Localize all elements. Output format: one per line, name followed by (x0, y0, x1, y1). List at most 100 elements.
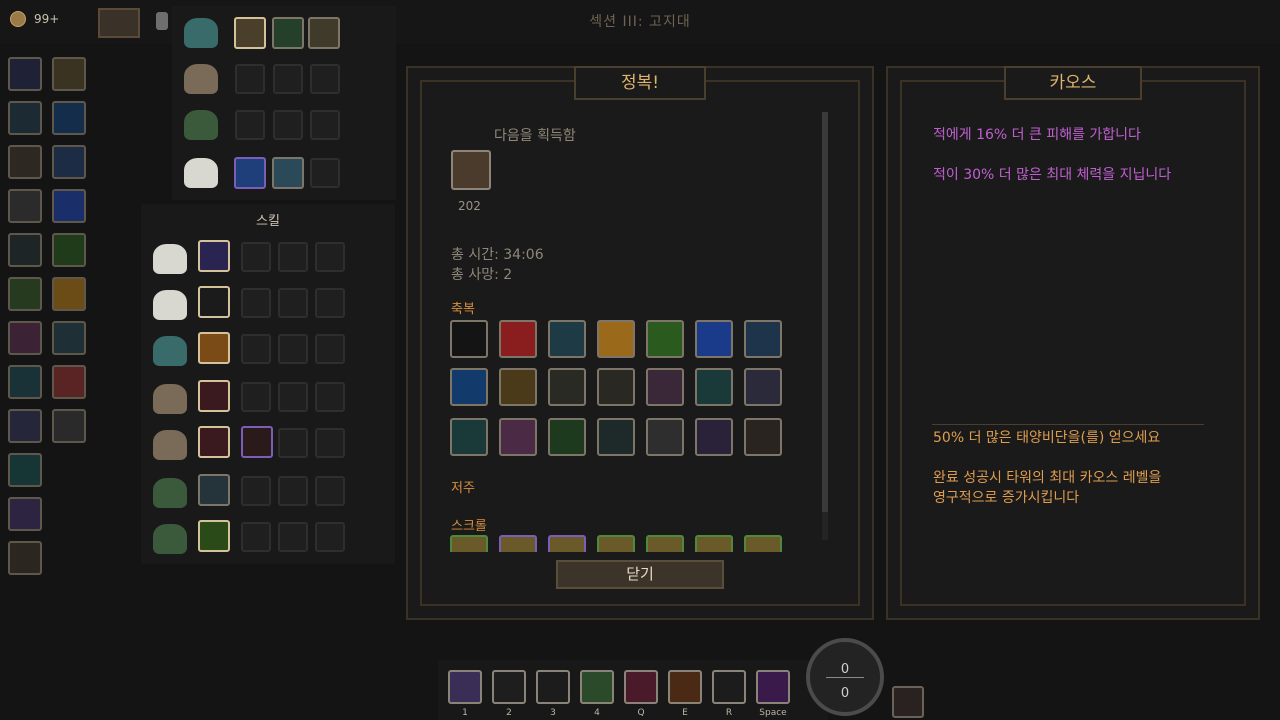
empty-slot[interactable] (278, 242, 308, 272)
trophy-icon[interactable] (156, 12, 168, 30)
frame-icon[interactable] (646, 418, 684, 456)
empty-slot[interactable] (310, 110, 340, 140)
empty-slot[interactable] (278, 288, 308, 318)
empty-slot[interactable] (315, 428, 345, 458)
sword-icon[interactable] (198, 380, 230, 412)
hotbar-slot-q[interactable] (624, 670, 658, 704)
relic-slot[interactable] (8, 145, 42, 179)
inventory-bag-icon[interactable] (98, 8, 140, 38)
relic-slot[interactable] (52, 409, 86, 443)
scroll-icon[interactable] (499, 535, 537, 552)
golden-cross-icon[interactable] (597, 320, 635, 358)
relic-slot[interactable] (8, 409, 42, 443)
sparkle-icon[interactable] (450, 320, 488, 358)
close-button[interactable]: 닫기 (556, 560, 724, 589)
rain-icon[interactable] (597, 418, 635, 456)
green-beam-icon[interactable] (198, 520, 230, 552)
bull-icon[interactable] (548, 368, 586, 406)
relic-slot[interactable] (8, 233, 42, 267)
hotbar-slot-3[interactable] (536, 670, 570, 704)
potion-icon[interactable] (548, 418, 586, 456)
relic-slot[interactable] (8, 277, 42, 311)
hotbar-slot-r[interactable] (712, 670, 746, 704)
empty-slot[interactable] (241, 288, 271, 318)
blue-star-icon[interactable] (744, 320, 782, 358)
knight-hero-icon[interactable] (184, 18, 218, 48)
goblin-hero-icon[interactable] (184, 110, 218, 140)
hotbar-slot-space[interactable] (756, 670, 790, 704)
roots-icon[interactable] (597, 368, 635, 406)
empty-slot[interactable] (241, 334, 271, 364)
relic-slot[interactable] (8, 189, 42, 223)
scroll-icon[interactable] (695, 535, 733, 552)
bell-icon[interactable] (234, 17, 266, 49)
empty-slot[interactable] (235, 64, 265, 94)
relic-slot[interactable] (52, 145, 86, 179)
relic-slot[interactable] (8, 101, 42, 135)
empty-slot[interactable] (273, 110, 303, 140)
burst-icon[interactable] (198, 332, 230, 364)
empty-slot[interactable] (278, 334, 308, 364)
empty-slot[interactable] (273, 64, 303, 94)
empty-slot[interactable] (315, 522, 345, 552)
hotbar-slot-4[interactable] (580, 670, 614, 704)
empty-slot[interactable] (278, 382, 308, 412)
hotbar-slot-1[interactable] (448, 670, 482, 704)
scroll-icon[interactable] (744, 535, 782, 552)
map-icon[interactable] (892, 686, 924, 718)
relic-slot[interactable] (52, 277, 86, 311)
empty-slot[interactable] (310, 64, 340, 94)
blade-icon[interactable] (198, 426, 230, 458)
lightning-card-icon[interactable] (198, 240, 230, 272)
boot-icon[interactable] (744, 368, 782, 406)
relic-slot[interactable] (52, 189, 86, 223)
relic-slot[interactable] (8, 453, 42, 487)
blue-gem-icon[interactable] (234, 157, 266, 189)
empty-slot[interactable] (241, 382, 271, 412)
empty-slot[interactable] (235, 110, 265, 140)
red-shield-icon[interactable] (499, 320, 537, 358)
green-flame-icon[interactable] (646, 320, 684, 358)
relic-slot[interactable] (52, 321, 86, 355)
leaf-cluster-icon[interactable] (695, 368, 733, 406)
empty-slot[interactable] (315, 334, 345, 364)
empty-slot[interactable] (310, 158, 340, 188)
empty-slot[interactable] (241, 242, 271, 272)
empty-slot[interactable] (278, 522, 308, 552)
empty-slot[interactable] (315, 476, 345, 506)
whirlwind-icon[interactable] (198, 474, 230, 506)
armor-icon[interactable] (548, 320, 586, 358)
vortex-icon[interactable] (450, 368, 488, 406)
hotbar-slot-2[interactable] (492, 670, 526, 704)
empty-slot[interactable] (278, 428, 308, 458)
relic-slot[interactable] (8, 541, 42, 575)
armor-icon[interactable] (272, 17, 304, 49)
relic-slot[interactable] (8, 321, 42, 355)
empty-slot[interactable] (278, 476, 308, 506)
relic-slot[interactable] (52, 233, 86, 267)
wand-icon[interactable] (308, 17, 340, 49)
hotbar-slot-e[interactable] (668, 670, 702, 704)
scroll-icon[interactable] (450, 535, 488, 552)
shield-arch-icon[interactable] (198, 286, 230, 318)
empty-slot[interactable] (315, 382, 345, 412)
blue-banner-icon[interactable] (695, 320, 733, 358)
empty-slot[interactable] (315, 242, 345, 272)
mage-hero-icon[interactable] (184, 158, 218, 188)
scrollbar-thumb[interactable] (822, 112, 828, 512)
scroll-icon[interactable] (597, 535, 635, 552)
viking-hero-icon[interactable] (184, 64, 218, 94)
relic-slot[interactable] (52, 365, 86, 399)
empty-slot[interactable] (315, 288, 345, 318)
empty-slot[interactable] (241, 522, 271, 552)
candle-icon[interactable] (744, 418, 782, 456)
relic-slot[interactable] (8, 497, 42, 531)
scroll-icon[interactable] (548, 535, 586, 552)
cake-icon[interactable] (499, 418, 537, 456)
diamond-icon[interactable] (272, 157, 304, 189)
red-gem-icon[interactable] (241, 426, 273, 458)
relic-slot[interactable] (8, 57, 42, 91)
green-totem-icon[interactable] (450, 418, 488, 456)
scroll-reward-icon[interactable] (451, 150, 491, 190)
scythe-icon[interactable] (695, 418, 733, 456)
